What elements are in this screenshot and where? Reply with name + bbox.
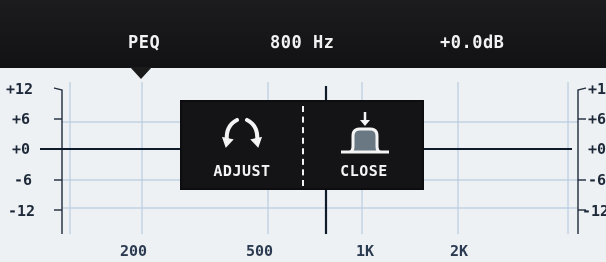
freq-label: 1K <box>356 242 374 260</box>
db-label-right: -12 <box>582 202 606 220</box>
db-label-right: +0 <box>588 140 606 158</box>
freq-label: 200 <box>120 242 147 260</box>
freq-label: 2K <box>450 242 468 260</box>
close-button[interactable]: CLOSE <box>304 102 424 188</box>
filter-type-label[interactable]: PEQ <box>128 33 160 54</box>
db-label-left: -12 <box>8 202 35 220</box>
adjust-label: ADJUST <box>213 162 271 180</box>
gain-value[interactable]: +0.0dB <box>440 33 504 54</box>
action-popup: ADJUST CLOSE <box>180 100 424 190</box>
adjust-button[interactable]: ADJUST <box>182 102 302 188</box>
db-label-left: +6 <box>12 110 30 128</box>
db-label-left: +12 <box>6 80 33 98</box>
rotate-arrows-icon <box>221 118 263 148</box>
eq-screen: PEQ 800 Hz +0.0dB +12 +6 +0 -6 -12 +1 +6… <box>0 0 606 262</box>
selection-marker-icon <box>130 67 152 79</box>
status-bar: PEQ 800 Hz +0.0dB <box>0 0 606 68</box>
db-label-right: +6 <box>588 110 606 128</box>
freq-label: 500 <box>246 242 273 260</box>
db-label-left: +0 <box>12 140 30 158</box>
frequency-value[interactable]: 800 Hz <box>270 33 334 54</box>
filter-shape-icon <box>341 112 389 154</box>
db-label-right: -6 <box>588 171 606 189</box>
db-label-left: -6 <box>14 171 32 189</box>
db-label-right: +12 <box>588 80 606 98</box>
close-label: CLOSE <box>340 162 388 180</box>
